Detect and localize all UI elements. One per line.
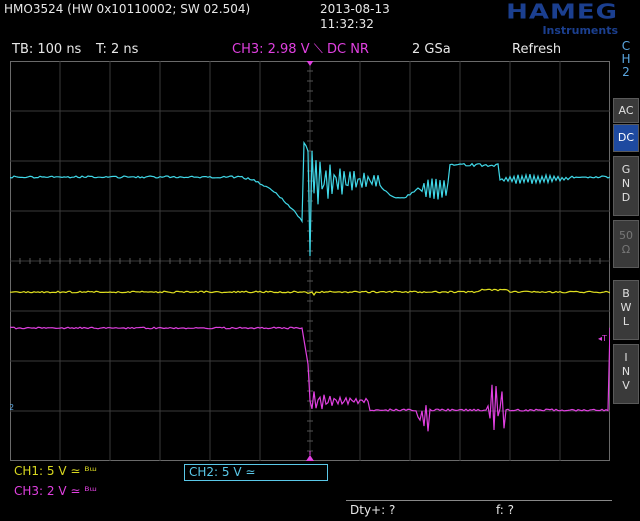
bwl-button[interactable]: B W L	[613, 280, 639, 340]
50-ohm-button[interactable]: 50 Ω	[613, 220, 639, 268]
brand-logo: HAMEG Instruments	[450, 0, 630, 40]
device-info: HMO3524 (HW 0x10110002; SW 02.504)	[4, 2, 250, 16]
channel-label: C H 2	[612, 40, 640, 98]
trigger-readout[interactable]: CH3: 2.98 V ⟍ DC NR	[232, 42, 369, 57]
ch3-setting[interactable]: CH3: 2 V ≃ ᴮᵚ	[14, 484, 97, 498]
trigger-level-marker[interactable]: ◂T	[598, 334, 607, 343]
gnd-button[interactable]: G N D	[613, 156, 639, 216]
timebase-readout[interactable]: TB: 100 ns	[12, 42, 81, 57]
sample-rate-readout: 2 GSa	[412, 42, 451, 57]
acquisition-mode[interactable]: Refresh	[512, 42, 561, 57]
channel-number: 2	[612, 66, 640, 79]
timestamp: 2013-08-13 11:32:32	[320, 2, 390, 32]
ch1-setting[interactable]: CH1: 5 V ≃ ᴮᵚ	[14, 464, 97, 478]
duty-cycle-measurement[interactable]: Dty+: ?	[350, 503, 395, 517]
logo-text: HAMEG	[506, 0, 618, 24]
logo-subtext: Instruments	[542, 24, 618, 37]
waveform-display[interactable]: ◂T 2	[10, 61, 610, 461]
top-bar: HMO3524 (HW 0x10110002; SW 02.504) 2013-…	[0, 0, 640, 40]
frequency-measurement[interactable]: f: ?	[496, 503, 514, 517]
status-bar: TB: 100 ns T: 2 ns CH3: 2.98 V ⟍ DC NR 2…	[0, 40, 610, 60]
ac-coupling-button[interactable]: AC	[613, 98, 639, 123]
date-label: 2013-08-13	[320, 2, 390, 17]
dc-coupling-button[interactable]: DC	[613, 124, 639, 152]
side-menu: C H 2 AC DC G N D 50 Ω B W L I N V	[612, 40, 640, 520]
trigger-time-readout[interactable]: T: 2 ns	[96, 42, 138, 57]
channel-info-bar: CH1: 5 V ≃ ᴮᵚ CH3: 2 V ≃ ᴮᵚ CH2: 5 V ≃ D…	[0, 462, 612, 520]
time-label: 11:32:32	[320, 17, 390, 32]
ch2-offset-marker[interactable]: 2	[10, 403, 14, 412]
invert-button[interactable]: I N V	[613, 344, 639, 404]
ch2-setting[interactable]: CH2: 5 V ≃	[184, 464, 328, 481]
measurement-bar: Dty+: ? f: ?	[346, 500, 612, 521]
